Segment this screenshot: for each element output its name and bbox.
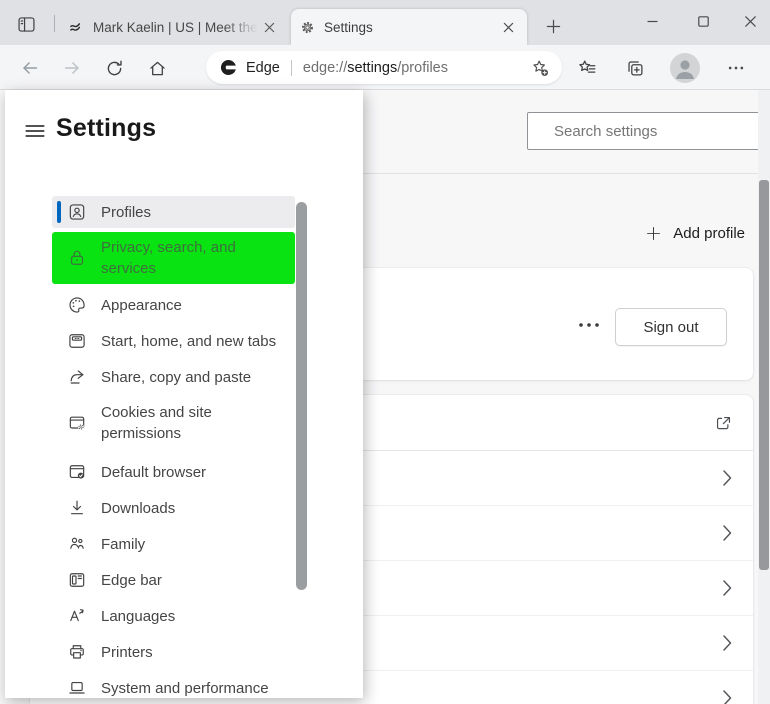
cookies-permissions-icon xyxy=(69,416,85,430)
refresh-button[interactable] xyxy=(100,55,128,81)
sidebar-item-downloads[interactable]: Downloads xyxy=(52,490,295,526)
favorites-button[interactable] xyxy=(573,55,601,81)
ellipsis-icon xyxy=(728,66,744,70)
home-button[interactable] xyxy=(143,55,171,81)
tab-close-button[interactable] xyxy=(497,16,519,38)
system-performance-icon xyxy=(69,682,85,694)
chevron-right-icon xyxy=(723,690,732,704)
tab-title: Mark Kaelin | US | Meet the xyxy=(93,19,258,35)
chevron-right-icon xyxy=(723,470,732,486)
window-close-button[interactable] xyxy=(731,5,770,37)
page-title: Settings xyxy=(56,114,157,142)
avatar-icon xyxy=(670,53,700,83)
close-icon xyxy=(264,22,274,32)
search-settings-input[interactable] xyxy=(552,121,755,141)
tab-actions-menu-button[interactable] xyxy=(13,12,39,36)
settings-nav: Profiles Privacy, search, and services A… xyxy=(52,196,295,698)
browser-toolbar: Edge edge://settings/profiles xyxy=(0,45,770,90)
address-bar[interactable]: Edge edge://settings/profiles xyxy=(206,51,562,84)
languages-icon xyxy=(70,609,84,622)
ellipsis-icon xyxy=(579,323,599,327)
start-home-tabs-icon xyxy=(69,334,85,348)
sidebar-item-family[interactable]: Family xyxy=(52,526,295,562)
maximize-icon xyxy=(697,15,709,27)
sidebar-item-languages[interactable]: Languages xyxy=(52,598,295,634)
collections-button[interactable] xyxy=(621,55,649,81)
add-profile-button[interactable]: Add profile xyxy=(645,220,745,246)
site-favicon xyxy=(70,22,81,31)
external-link-icon xyxy=(716,416,730,429)
collections-icon xyxy=(628,61,643,76)
sign-out-button[interactable]: Sign out xyxy=(615,308,727,346)
sidebar-item-profiles[interactable]: Profiles xyxy=(52,196,295,228)
hamburger-icon xyxy=(25,125,45,137)
add-favorite-icon[interactable] xyxy=(530,58,550,78)
printers-icon xyxy=(70,645,84,659)
more-actions-button[interactable] xyxy=(575,316,603,334)
lock-icon xyxy=(71,250,83,265)
tab-mark-kaelin[interactable]: Mark Kaelin | US | Meet the xyxy=(60,9,288,45)
tab-title: Settings xyxy=(324,19,373,35)
refresh-icon xyxy=(107,60,122,75)
forward-icon xyxy=(64,62,79,74)
profile-avatar-button[interactable] xyxy=(669,52,701,84)
home-icon xyxy=(149,61,165,75)
favorites-icon xyxy=(579,60,596,73)
search-settings-box[interactable] xyxy=(527,112,760,150)
edge-logo-icon xyxy=(220,59,236,76)
profiles-icon xyxy=(69,204,85,220)
page-scrollbar[interactable] xyxy=(758,90,770,704)
menu-toggle-button[interactable] xyxy=(21,117,49,145)
sidebar-item-edge-bar[interactable]: Edge bar xyxy=(52,562,295,598)
header-divider xyxy=(340,173,770,174)
settings-sidebar-panel: Settings Profiles Privacy, search, and s… xyxy=(5,90,363,698)
sidebar-item-default-browser[interactable]: Default browser xyxy=(52,454,295,490)
chevron-right-icon xyxy=(723,635,732,651)
sidebar-item-system-performance[interactable]: System and performance xyxy=(52,670,295,698)
default-browser-icon xyxy=(69,465,85,479)
minimize-icon xyxy=(647,20,657,22)
add-profile-label: Add profile xyxy=(673,224,745,242)
plus-icon xyxy=(546,19,560,33)
back-icon xyxy=(23,62,38,74)
minimize-button[interactable] xyxy=(631,5,673,37)
sidebar-item-start-home-new-tabs[interactable]: Start, home, and new tabs xyxy=(52,323,295,359)
gear-icon xyxy=(302,21,313,33)
share-icon xyxy=(70,370,84,384)
sidebar-item-share-copy-paste[interactable]: Share, copy and paste xyxy=(52,359,295,395)
address-divider xyxy=(290,59,292,76)
sidebar-item-appearance[interactable]: Appearance xyxy=(52,287,295,323)
forward-button[interactable] xyxy=(58,55,86,81)
close-icon xyxy=(503,22,513,32)
close-icon xyxy=(745,15,756,27)
address-brand-label: Edge xyxy=(246,59,280,76)
tab-settings[interactable]: Settings xyxy=(291,9,527,45)
chevron-right-icon xyxy=(723,580,732,596)
selected-accent-bar xyxy=(57,201,61,223)
sidebar-scrollbar-thumb[interactable] xyxy=(296,202,307,590)
tabstrip-divider xyxy=(54,15,55,32)
page-scrollbar-thumb[interactable] xyxy=(759,180,769,570)
new-tab-button[interactable] xyxy=(539,13,567,39)
tab-actions-icon xyxy=(17,16,35,32)
back-button[interactable] xyxy=(16,55,44,81)
sidebar-item-cookies-site-permissions[interactable]: Cookies and site permissions xyxy=(52,395,295,451)
edge-bar-icon xyxy=(69,573,85,587)
appearance-icon xyxy=(69,297,85,313)
downloads-icon xyxy=(71,500,83,515)
url-text: edge://settings/profiles xyxy=(302,59,448,76)
sidebar-item-printers[interactable]: Printers xyxy=(52,634,295,670)
open-external-button[interactable] xyxy=(712,412,734,434)
chevron-right-icon xyxy=(723,525,732,541)
settings-menu-button[interactable] xyxy=(722,55,750,81)
tab-close-button[interactable] xyxy=(258,16,280,38)
browser-window: Mark Kaelin | US | Meet the Settings Edg… xyxy=(0,0,770,704)
maximize-button[interactable] xyxy=(682,5,724,37)
sidebar-item-privacy-search-services[interactable]: Privacy, search, and services xyxy=(52,232,295,284)
plus-icon xyxy=(647,226,661,240)
title-bar: Mark Kaelin | US | Meet the Settings xyxy=(0,0,770,45)
family-icon xyxy=(70,537,84,549)
